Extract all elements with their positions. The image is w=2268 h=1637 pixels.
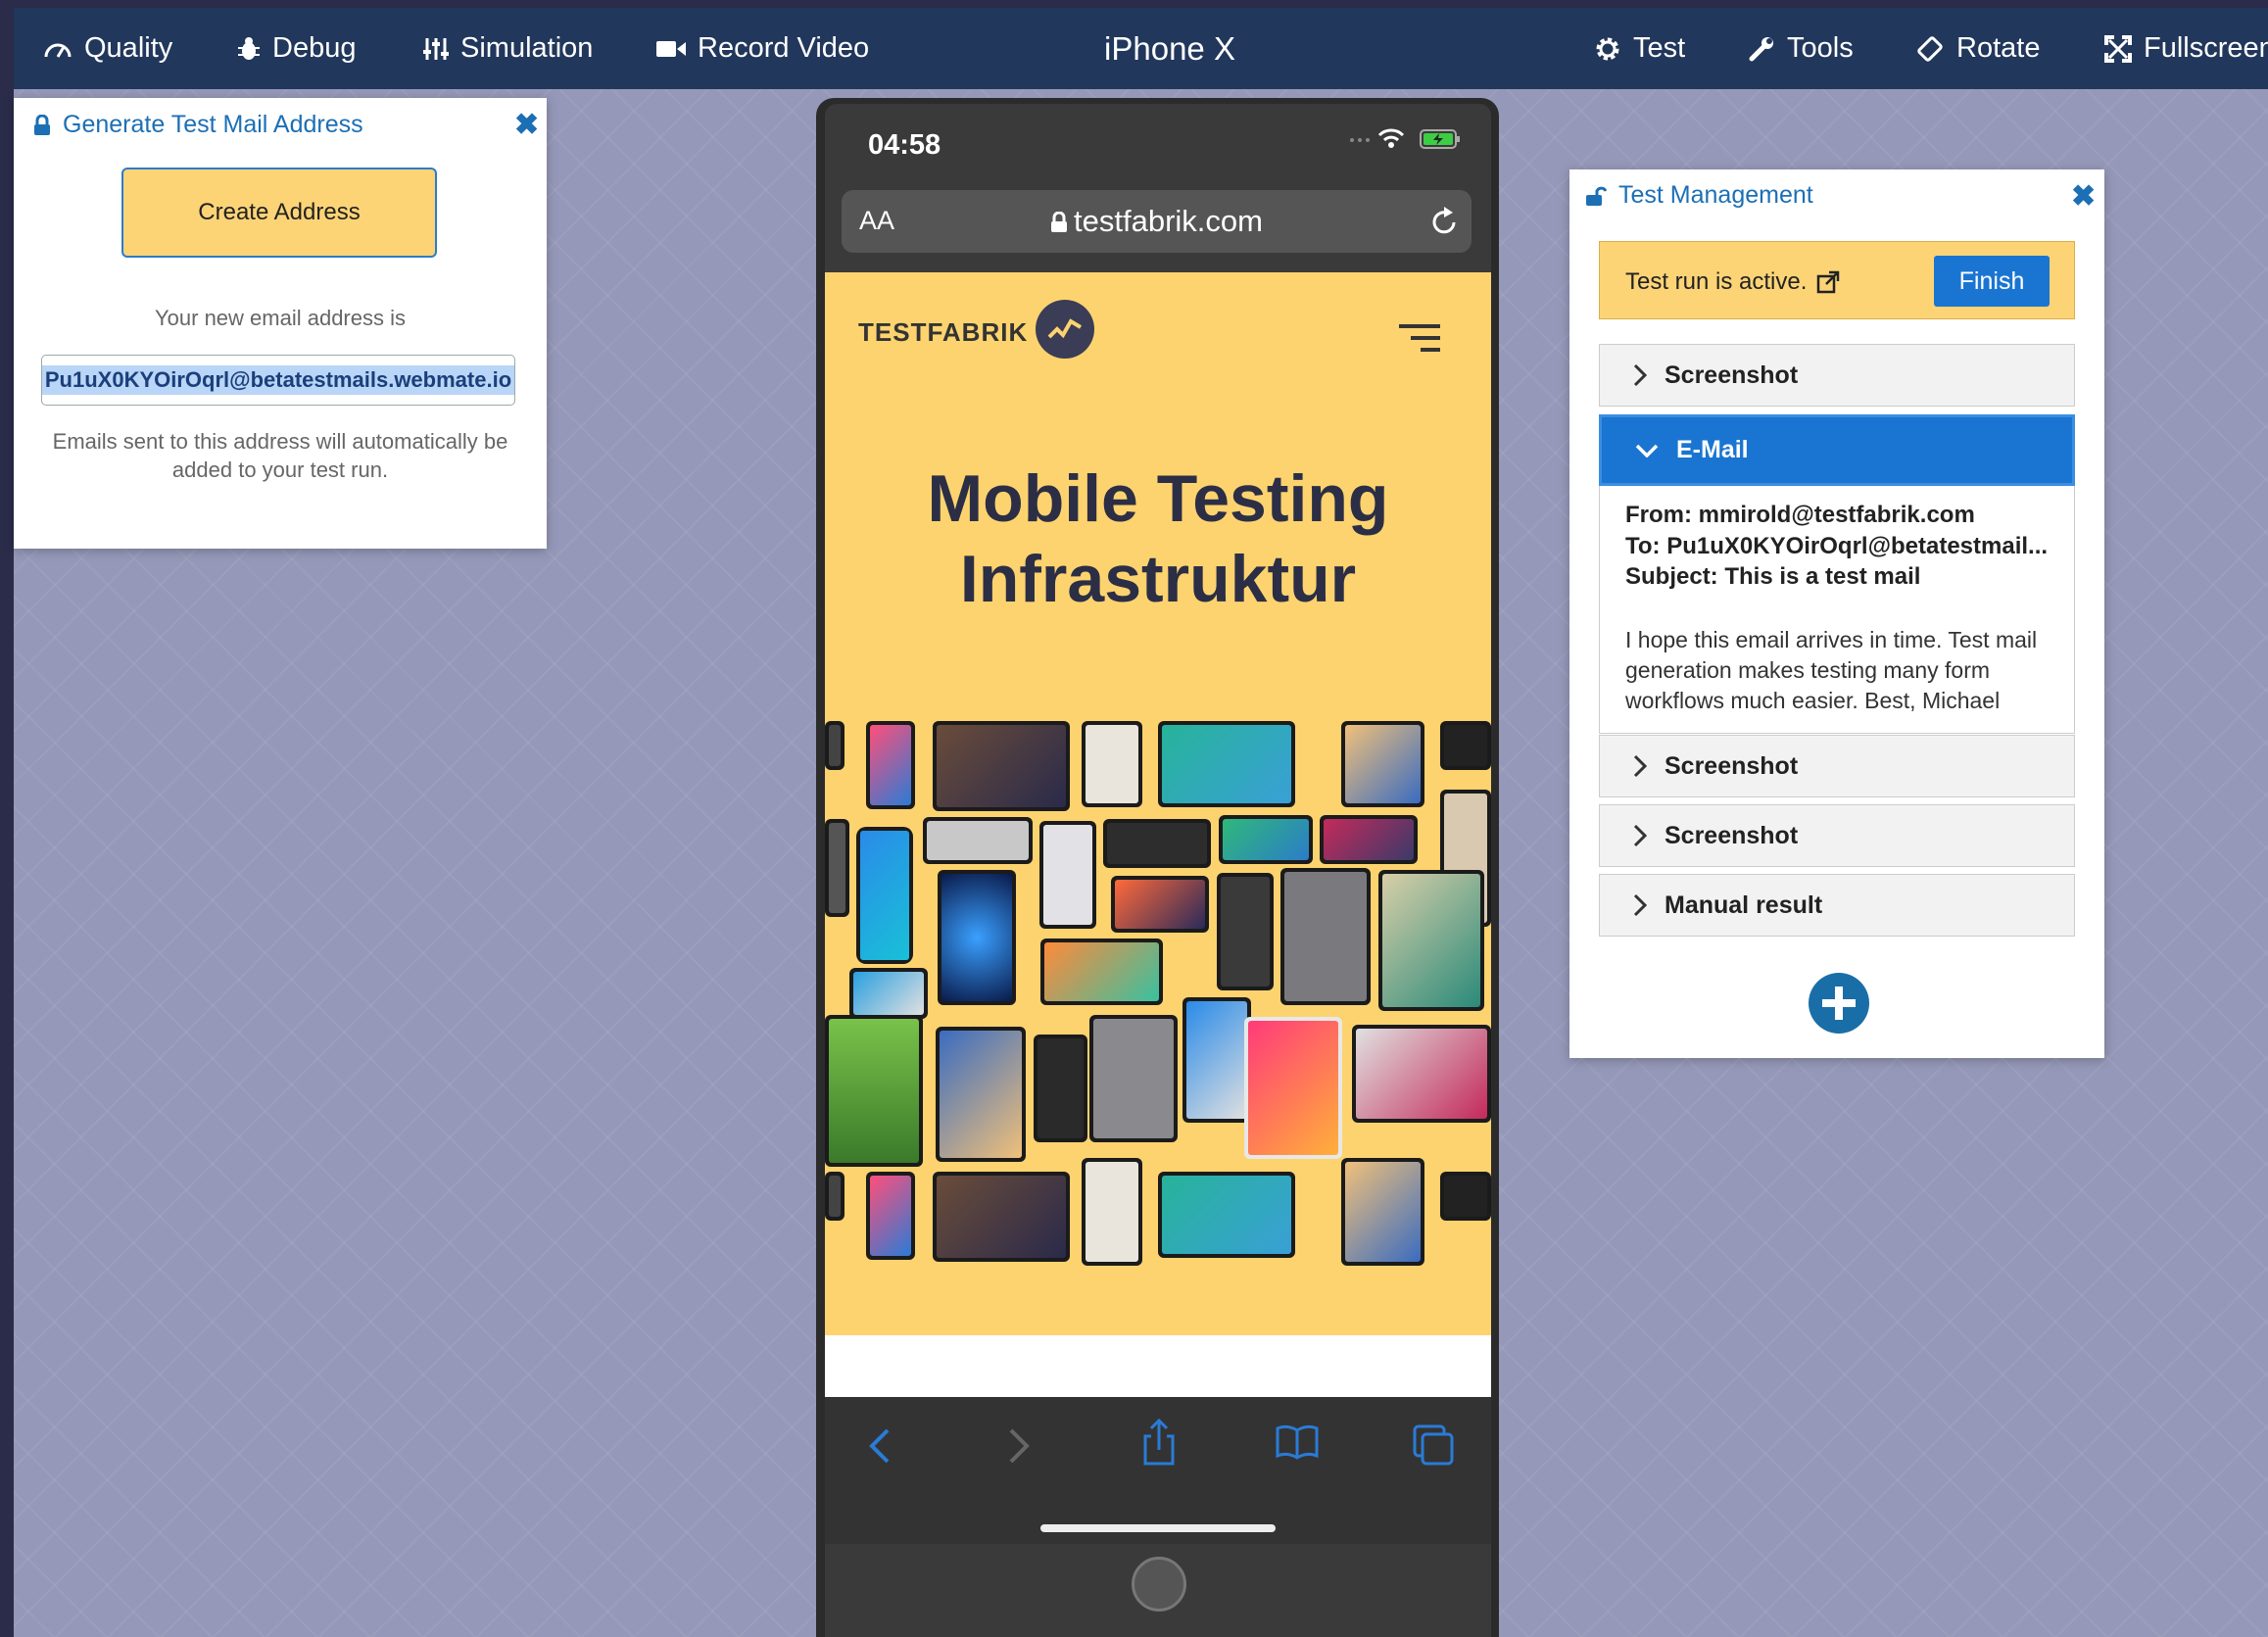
address-note-line2: added to your test run. bbox=[171, 457, 389, 482]
debug-menu[interactable]: Debug bbox=[237, 8, 356, 89]
device-collage-image bbox=[825, 721, 1491, 1272]
close-icon[interactable]: ✖ bbox=[514, 108, 539, 142]
home-button[interactable] bbox=[1132, 1557, 1186, 1612]
safari-toolbar bbox=[825, 1397, 1491, 1544]
address-note-line1: Emails sent to this address will automat… bbox=[52, 429, 508, 454]
debug-label: Debug bbox=[272, 32, 357, 64]
url-text: testfabrik.com bbox=[1074, 204, 1263, 238]
section-screenshot-2[interactable]: Screenshot bbox=[1599, 735, 2075, 797]
expand-icon bbox=[2104, 34, 2132, 63]
back-arrow-icon[interactable] bbox=[868, 1426, 892, 1466]
section-label: Manual result bbox=[1665, 891, 1823, 919]
website-content: TESTFABRIK Mobile Testing Infrastruktur bbox=[825, 272, 1491, 1335]
chevron-right-icon bbox=[1633, 363, 1647, 387]
lock-icon bbox=[34, 114, 50, 135]
site-logo-icon bbox=[1036, 300, 1094, 359]
chevron-down-icon bbox=[1635, 444, 1659, 457]
add-section-button[interactable] bbox=[1809, 973, 1869, 1034]
chevron-right-icon bbox=[1633, 893, 1647, 917]
bookmarks-icon[interactable] bbox=[1276, 1424, 1319, 1460]
page-bottom-area bbox=[825, 1335, 1491, 1397]
rotate-icon bbox=[1917, 35, 1943, 62]
external-link-icon[interactable] bbox=[1816, 270, 1840, 294]
fullscreen-label: Fullscreen bbox=[2144, 32, 2268, 64]
test-menu[interactable]: Test bbox=[1594, 8, 1685, 89]
forward-arrow-icon[interactable] bbox=[1007, 1426, 1031, 1466]
device-title: iPhone X bbox=[1104, 29, 1235, 67]
rotate-label: Rotate bbox=[1956, 32, 2041, 64]
test-management-panel: Test Management ✖ Test run is active. Fi… bbox=[1569, 169, 2104, 1058]
sliders-icon bbox=[423, 37, 449, 60]
quality-menu[interactable]: Quality bbox=[43, 8, 172, 89]
battery-icon bbox=[1420, 129, 1460, 149]
home-indicator bbox=[1040, 1524, 1276, 1532]
top-toolbar: Quality Debug Simulation Record Video iP… bbox=[14, 8, 2268, 89]
wrench-icon bbox=[1749, 36, 1773, 61]
test-run-active-label: Test run is active. bbox=[1625, 268, 1840, 296]
test-run-active-text: Test run is active. bbox=[1625, 268, 1808, 295]
video-camera-icon bbox=[656, 40, 686, 57]
record-video-label: Record Video bbox=[698, 32, 870, 64]
headline-line2: Infrastruktur bbox=[959, 542, 1357, 616]
section-manual-result[interactable]: Manual result bbox=[1599, 874, 2075, 937]
rotate-menu[interactable]: Rotate bbox=[1917, 8, 2040, 89]
finish-button[interactable]: Finish bbox=[1934, 256, 2050, 307]
wifi-icon bbox=[1377, 128, 1405, 148]
section-label: Screenshot bbox=[1665, 751, 1799, 780]
unlock-icon bbox=[1586, 186, 1607, 206]
close-icon[interactable]: ✖ bbox=[2071, 179, 2096, 214]
share-icon[interactable] bbox=[1141, 1419, 1177, 1466]
section-label: E-Mail bbox=[1676, 436, 1749, 463]
url-display: testfabrik.com bbox=[842, 204, 1472, 239]
fullscreen-menu[interactable]: Fullscreen bbox=[2104, 8, 2268, 89]
email-address-value: Pu1uX0KYOirOqrl@betatestmails.webmate.io bbox=[41, 365, 515, 395]
test-management-title: Test Management bbox=[1618, 181, 1813, 209]
safari-address-bar[interactable]: AA testfabrik.com bbox=[842, 190, 1472, 253]
section-label: Screenshot bbox=[1665, 821, 1799, 849]
gear-icon bbox=[1596, 37, 1619, 60]
test-management-header: Test Management bbox=[1585, 181, 1813, 210]
hamburger-menu-icon[interactable] bbox=[1397, 323, 1442, 353]
window-frame-top bbox=[0, 0, 2268, 8]
chevron-right-icon bbox=[1633, 754, 1647, 778]
device-screen[interactable]: 04:58 AA testfabrik.com TESTFABRIK Mobil… bbox=[825, 104, 1491, 1637]
email-to: To: Pu1uX0KYOirOqrl@betatestmail... bbox=[1625, 533, 2049, 559]
signal-dots-icon bbox=[1350, 138, 1370, 142]
section-screenshot-1[interactable]: Screenshot bbox=[1599, 344, 2075, 407]
device-frame: 04:58 AA testfabrik.com TESTFABRIK Mobil… bbox=[816, 98, 1499, 1637]
section-email[interactable]: E-Mail bbox=[1599, 414, 2075, 486]
site-logo-text: TESTFABRIK bbox=[858, 317, 1029, 347]
plus-icon bbox=[1822, 987, 1856, 1020]
record-video-menu[interactable]: Record Video bbox=[656, 8, 869, 89]
test-mail-panel-header: Generate Test Mail Address bbox=[33, 111, 363, 139]
status-time: 04:58 bbox=[868, 129, 941, 161]
tools-menu[interactable]: Tools bbox=[1748, 8, 1854, 89]
lock-icon bbox=[1051, 211, 1068, 232]
gauge-icon bbox=[44, 43, 72, 58]
email-preview: From: mmirold@testfabrik.com To: Pu1uX0K… bbox=[1599, 486, 2075, 734]
email-body: I hope this email arrives in time. Test … bbox=[1625, 627, 2038, 713]
email-subject: Subject: This is a test mail bbox=[1625, 563, 1921, 590]
tools-label: Tools bbox=[1787, 32, 1854, 64]
bug-icon bbox=[238, 36, 260, 60]
reload-icon[interactable] bbox=[1429, 206, 1459, 237]
new-address-label: Your new email address is bbox=[155, 306, 406, 330]
section-label: Screenshot bbox=[1665, 361, 1799, 389]
simulation-label: Simulation bbox=[460, 32, 594, 64]
test-mail-panel: Generate Test Mail Address ✖ Create Addr… bbox=[14, 98, 547, 549]
quality-label: Quality bbox=[84, 32, 173, 64]
test-run-status: Test run is active. Finish bbox=[1599, 241, 2075, 319]
email-from: From: mmirold@testfabrik.com bbox=[1625, 502, 1975, 528]
tabs-icon[interactable] bbox=[1413, 1424, 1456, 1466]
site-headline: Mobile Testing Infrastruktur bbox=[825, 458, 1491, 619]
test-mail-panel-title: Generate Test Mail Address bbox=[63, 111, 363, 138]
simulation-menu[interactable]: Simulation bbox=[423, 8, 593, 89]
email-address-field[interactable]: Pu1uX0KYOirOqrl@betatestmails.webmate.io bbox=[41, 355, 515, 406]
test-label: Test bbox=[1633, 32, 1686, 64]
section-screenshot-3[interactable]: Screenshot bbox=[1599, 804, 2075, 867]
headline-line1: Mobile Testing bbox=[927, 461, 1389, 536]
create-address-button[interactable]: Create Address bbox=[121, 168, 437, 258]
chevron-right-icon bbox=[1633, 824, 1647, 847]
window-frame-left bbox=[0, 0, 14, 1637]
